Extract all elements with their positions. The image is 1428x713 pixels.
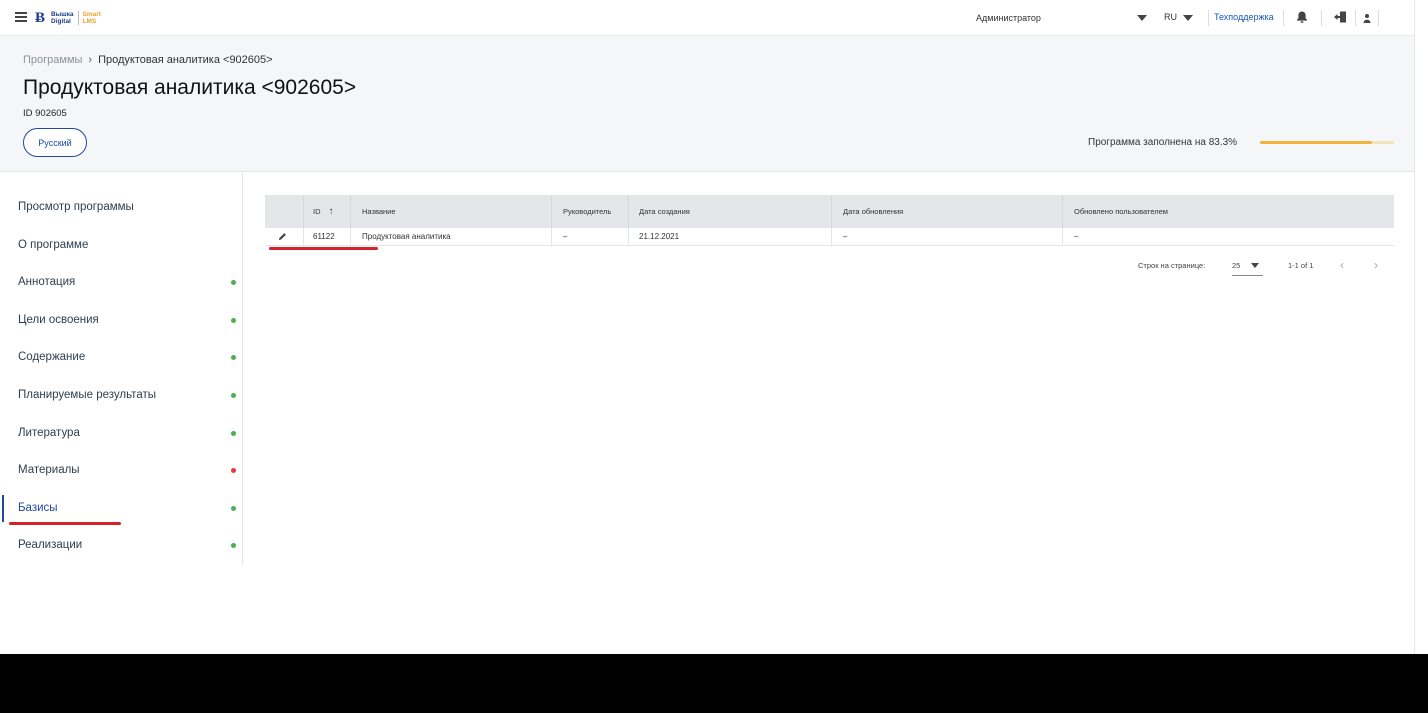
column-divider (350, 228, 351, 245)
sidebar-item-label: Цели освоения (18, 313, 99, 326)
menu-icon[interactable] (15, 12, 27, 22)
column-header-id[interactable]: ID ↑ (303, 195, 350, 228)
table-header: ID ↑ Название Руководитель Дата создания … (265, 195, 1394, 228)
divider (1283, 10, 1284, 26)
status-dot (231, 280, 236, 286)
column-header-created[interactable]: Дата создания (629, 195, 831, 228)
status-dot (231, 430, 236, 436)
sidebar-item[interactable]: Материалы (0, 452, 242, 489)
divider (1321, 10, 1322, 26)
sidebar-item-label: Содержание (18, 351, 86, 364)
annotation-underline (269, 247, 378, 250)
cell-name[interactable]: Продуктовая аналитика (352, 228, 551, 245)
sidebar-item-label: Просмотр программы (18, 201, 134, 213)
edit-icon[interactable] (268, 228, 298, 245)
sidebar-item[interactable]: Цели освоения (0, 302, 242, 339)
sidebar-item[interactable]: Реализации (0, 527, 242, 564)
language-selector[interactable]: RU (1164, 12, 1177, 22)
app-window: Ƀ Вышка Digital Smart LMS Администратор … (0, 0, 1428, 654)
user-icon[interactable] (1360, 11, 1374, 25)
program-id: ID 902605 (23, 108, 67, 119)
column-divider (350, 195, 351, 228)
sidebar-item[interactable]: Планируемые результаты (0, 377, 242, 414)
logo-divider (77, 11, 79, 25)
status-dot (231, 393, 236, 398)
rows-per-page-label: Строк на странице: (1138, 261, 1206, 270)
sidebar-item[interactable]: Содержание (0, 339, 242, 376)
role-chevron-down-icon[interactable] (1137, 15, 1147, 21)
completion-progress-bar (1260, 141, 1394, 144)
column-divider (551, 195, 552, 228)
sidebar-item-label: Литература (18, 426, 80, 439)
prev-page-icon[interactable]: ‹ (1340, 258, 1344, 272)
sidebar-item-label: Аннотация (18, 276, 76, 289)
annotation-underline (9, 522, 121, 525)
column-header-name[interactable]: Название (352, 195, 551, 228)
chevron-right-icon: › (88, 54, 93, 66)
breadcrumb-programs-link[interactable]: Программы (23, 54, 82, 66)
column-divider (1062, 228, 1063, 245)
column-divider (551, 228, 552, 245)
column-divider (831, 228, 832, 245)
program-header: Программы › Продуктовая аналитика <90260… (0, 36, 1414, 172)
language-chevron-down-icon[interactable] (1183, 15, 1193, 21)
cell-id: 61122 (313, 232, 335, 241)
divider (1208, 10, 1209, 26)
column-divider (831, 195, 832, 228)
screen-bottom-band (0, 654, 1428, 713)
status-dot (231, 543, 236, 549)
logout-icon[interactable] (1333, 10, 1347, 24)
breadcrumb: Программы › Продуктовая аналитика <90260… (23, 54, 273, 66)
cell-updated-by: – (1074, 232, 1079, 241)
logo-smart-lms: Smart LMS (82, 11, 101, 25)
bell-icon[interactable] (1295, 10, 1309, 24)
role-selector[interactable]: Администратор (976, 13, 1041, 23)
sidebar-item[interactable]: О программе (0, 227, 242, 264)
status-dot (231, 468, 236, 474)
support-link[interactable]: Техподдержка (1214, 12, 1274, 22)
chevron-down-icon[interactable] (1251, 263, 1259, 268)
cell-manager: – (563, 232, 568, 241)
sidebar-item-label: Базисы (18, 501, 58, 514)
sidebar-item[interactable]: Аннотация (0, 264, 242, 301)
column-divider (1062, 195, 1063, 228)
hse-logo-mark: Ƀ (35, 10, 46, 26)
cell-updated: – (843, 232, 848, 241)
sidebar-item[interactable]: Просмотр программы (0, 189, 242, 226)
breadcrumb-current: Продуктовая аналитика <902605> (98, 54, 273, 66)
rows-per-page-select[interactable]: 25 (1232, 258, 1263, 276)
sidebar-nav: Просмотр программы О программе Аннотация Це… (0, 173, 243, 566)
column-header-updated[interactable]: Дата обновления (833, 195, 1062, 228)
logo-text: Вышка Digital (51, 11, 74, 25)
sidebar-item-label: О программе (18, 238, 89, 251)
column-header-updated-by[interactable]: Обновлено пользователем (1064, 195, 1394, 228)
page-title: Продуктовая аналитика <902605> (23, 76, 357, 99)
logo[interactable]: Ƀ Вышка Digital Smart LMS (35, 9, 101, 27)
sidebar-item-label: Материалы (18, 464, 80, 477)
cell-created: 21.12.2021 (639, 232, 680, 241)
column-header-manager[interactable]: Руководитель (553, 195, 628, 228)
top-bar: Ƀ Вышка Digital Smart LMS Администратор … (0, 0, 1414, 36)
divider (1378, 10, 1379, 26)
status-dot (231, 355, 236, 361)
table-pagination: Строк на странице: 25 1-1 of 1 ‹ › (1100, 258, 1400, 276)
language-chip[interactable]: Русский (23, 128, 87, 157)
scrollbar[interactable] (1414, 0, 1428, 654)
bases-table: ID ↑ Название Руководитель Дата создания … (265, 195, 1394, 246)
sidebar-item[interactable]: Литература (0, 415, 242, 452)
page-range: 1-1 of 1 (1288, 261, 1314, 270)
status-dot (231, 505, 236, 511)
status-dot (231, 317, 236, 323)
sidebar-item-label: Реализации (18, 539, 83, 552)
divider (1355, 10, 1356, 26)
table-row[interactable]: 61122 Продуктовая аналитика – 21.12.2021… (265, 228, 1394, 246)
sort-arrow-up-icon[interactable]: ↑ (329, 206, 334, 217)
next-page-icon[interactable]: › (1374, 258, 1378, 272)
completion-progress-fill (1260, 141, 1372, 144)
completion-label: Программа заполнена на 83.3% (1088, 137, 1238, 148)
sidebar-item-label: Планируемые результаты (18, 389, 156, 401)
